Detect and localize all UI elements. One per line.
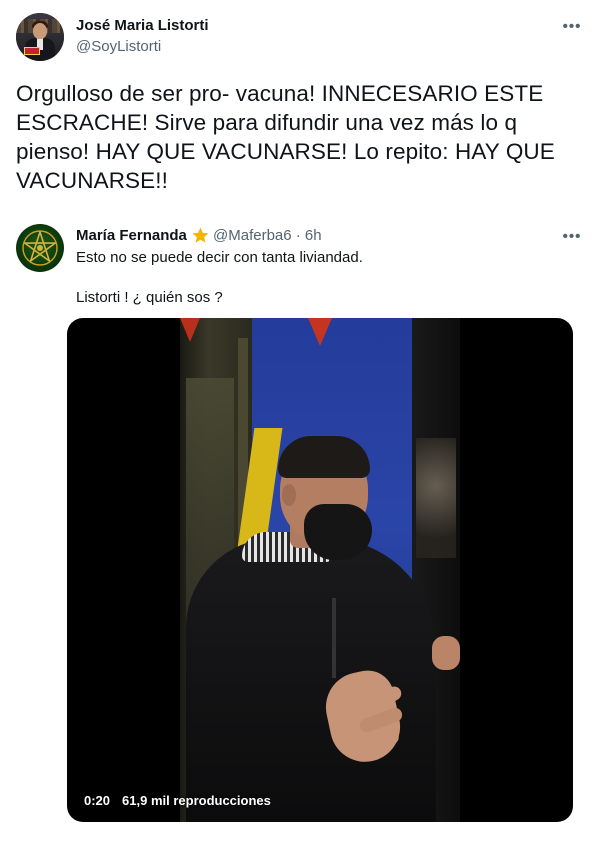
quoted-author-avatar[interactable] <box>16 224 64 272</box>
avatar-sign <box>24 47 40 55</box>
more-options-icon[interactable]: ••• <box>560 17 584 35</box>
author-avatar[interactable] <box>16 13 64 61</box>
video-person-ear <box>282 484 296 506</box>
video-second-hand <box>432 636 460 670</box>
video-view-count: 61,9 mil reproducciones <box>122 792 271 808</box>
video-pennant <box>308 318 332 346</box>
quoted-author-handle-time[interactable]: @Maferba6 · 6h <box>213 226 322 245</box>
video-frame <box>180 318 460 822</box>
quoted-text-line2: Listorti ! ¿ quién sos ? <box>76 289 223 306</box>
quoted-tweet[interactable]: María Fernanda @Maferba6 · 6h ••• Esto n… <box>0 206 600 850</box>
quoted-text-line1: Esto no se puede decir con tanta liviand… <box>76 249 363 266</box>
quoted-author-name[interactable]: María Fernanda <box>76 226 187 245</box>
video-duration: 0:20 <box>84 792 111 808</box>
pentagram-icon <box>22 230 58 266</box>
video-face-mask <box>304 504 372 560</box>
video-info-overlay: 0:20 61,9 mil reproducciones <box>82 788 271 812</box>
tweet-text: Orgulloso de ser pro- vacuna! INNECESARI… <box>16 81 555 193</box>
star-icon <box>192 227 209 243</box>
author-handle[interactable]: @SoyListorti <box>76 37 161 56</box>
video-person-jacket <box>186 538 436 822</box>
video-pennant <box>180 318 200 342</box>
tweet-card[interactable]: José Maria Listorti @SoyListorti ••• Org… <box>0 0 600 850</box>
video-right-light <box>416 438 456 558</box>
video-person-hair <box>278 436 370 478</box>
video-player[interactable]: 0:20 61,9 mil reproducciones <box>67 318 573 822</box>
quoted-more-options-icon[interactable]: ••• <box>560 227 584 245</box>
avatar-head <box>33 23 47 39</box>
video-zipper <box>332 598 336 678</box>
author-name[interactable]: José Maria Listorti <box>76 16 209 35</box>
